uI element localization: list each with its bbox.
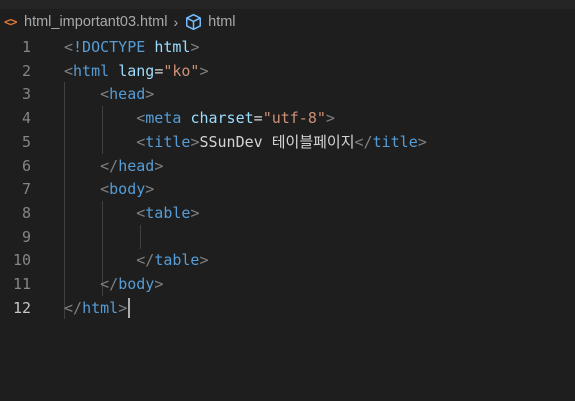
breadcrumb-file-name[interactable]: html_important03.html [24,14,167,30]
code-token: > [325,109,335,128]
code-token: </ [100,156,119,175]
code-token: lang [118,61,155,80]
code-line[interactable]: 6 </head> [0,155,575,179]
code-line[interactable]: 11 </body> [0,273,575,297]
code-token: > [145,180,155,199]
code-token: 테이블페이지 [271,132,355,151]
line-number: 3 [21,85,31,104]
code-line[interactable]: 8 <table> [0,202,575,226]
code-token: meta [145,109,191,128]
line-number: 8 [21,203,31,222]
code-token: < [136,109,146,128]
code-token: = [253,109,263,128]
code-text: <body> [64,178,154,202]
code-token: = [154,61,164,80]
code-text: </head> [64,155,163,179]
code-text: <table> [64,202,199,226]
code-token: body [109,180,146,199]
code-token: table [154,251,200,270]
code-text: </table> [64,249,209,273]
code-token: > [154,275,164,293]
code-line[interactable]: 3 <head> [0,83,575,107]
line-number: 12 [12,298,31,317]
code-token: !DOCTYPE [73,38,155,56]
code-line[interactable]: 12 </html> [0,297,575,321]
line-number: 6 [21,156,31,175]
code-token: > [417,132,427,151]
code-token: </ [354,132,373,151]
code-token: > [145,85,155,104]
code-token: title [372,132,418,151]
code-text: <html lang="ko"> [64,60,209,84]
code-token: SSunDev [199,132,272,151]
code-token: body [118,275,155,293]
line-number: 10 [12,251,31,270]
text-cursor [128,298,131,319]
line-number: 2 [21,61,31,80]
code-token: title [145,132,191,151]
code-text: <meta charset="utf-8"> [64,107,335,131]
line-number: 5 [21,132,31,151]
code-text: <head> [64,83,154,107]
code-token: > [199,61,209,80]
code-token: html [73,61,119,80]
code-token: > [154,156,164,175]
line-number: 1 [21,38,31,56]
code-line[interactable]: 2 <html lang="ko"> [0,60,575,84]
code-token: < [136,203,146,222]
code-token: </ [136,251,155,270]
code-token: > [190,203,200,222]
code-text: </body> [64,273,163,297]
code-token: head [118,156,155,175]
code-line[interactable]: 9 [0,226,575,250]
line-number: 7 [21,180,31,199]
code-token: > [199,251,209,270]
line-number: 4 [21,109,31,128]
breadcrumb-symbol-name[interactable]: html [208,14,235,30]
html-file-icon: <> [4,15,17,29]
code-line[interactable]: 5 <title>SSunDev 테이블페이지</title> [0,131,575,155]
code-line[interactable]: 7 <body> [0,178,575,202]
code-text: </html> [64,297,131,321]
breadcrumb: <> html_important03.html › html [0,9,575,35]
code-line[interactable]: 4 <meta charset="utf-8"> [0,107,575,131]
line-number: 11 [12,275,31,293]
code-token: </ [64,298,83,317]
code-token: html [154,38,191,56]
cube-symbol-icon [186,13,202,31]
code-token: < [100,180,110,199]
code-line[interactable]: 1 <!DOCTYPE html> [0,36,575,60]
code-token: > [118,298,128,317]
code-token: < [64,38,74,56]
code-token: "utf-8" [262,109,326,128]
code-token: head [109,85,146,104]
code-token: < [64,61,74,80]
code-token: < [136,132,146,151]
code-token: > [190,38,200,56]
code-token: < [100,85,110,104]
code-editor[interactable]: 1 <!DOCTYPE html> 2 <html lang="ko"> 3 <head… [0,35,575,401]
code-line[interactable]: 10 </table> [0,249,575,273]
code-token: html [82,298,119,317]
code-text: <title>SSunDev 테이블페이지</title> [64,131,427,155]
code-token: "ko" [163,61,200,80]
tab-bar-strip [0,0,575,9]
code-token: </ [100,275,119,293]
chevron-right-icon: › [173,14,179,30]
code-token: charset [190,109,254,128]
line-number: 9 [21,227,31,246]
code-text: <!DOCTYPE html> [64,36,199,60]
code-token: table [145,203,191,222]
